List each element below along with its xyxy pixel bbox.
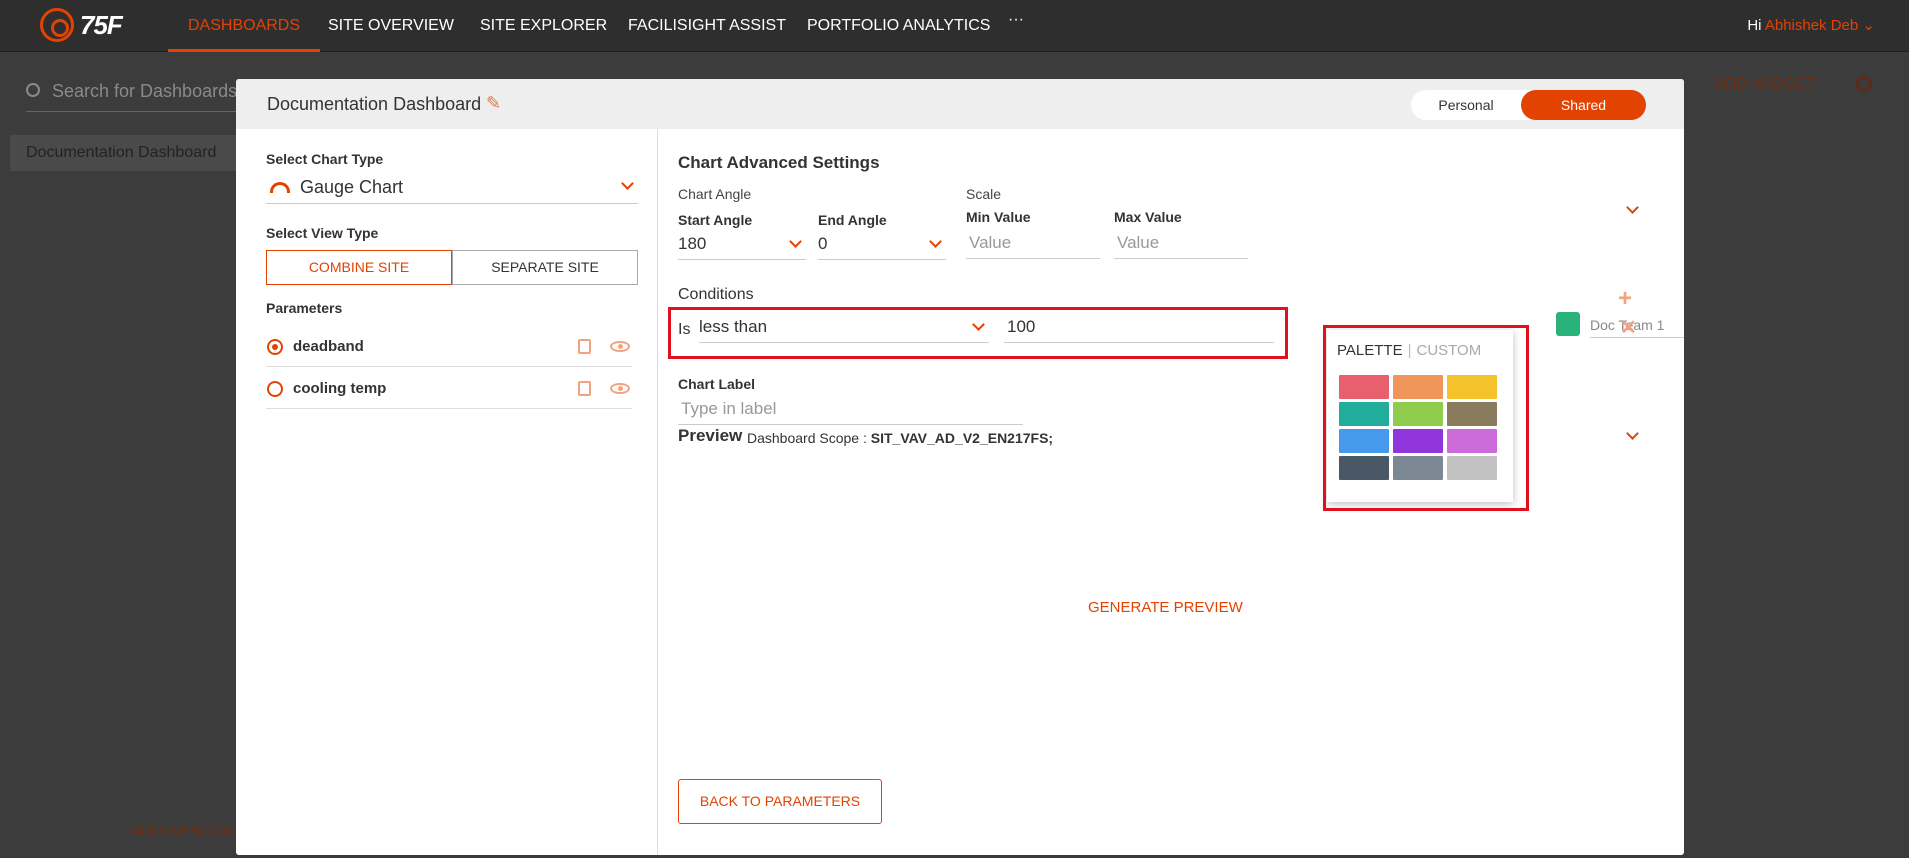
right-panel: Chart Advanced Settings Chart Angle Star… — [668, 129, 1684, 855]
search-icon — [26, 83, 40, 97]
chevron-down-icon — [929, 235, 942, 248]
toggle-personal[interactable]: Personal — [1411, 90, 1521, 120]
calculator-icon[interactable] — [578, 339, 591, 354]
nav-site-overview[interactable]: SITE OVERVIEW — [308, 0, 474, 52]
dashboard-scope: Dashboard Scope : SIT_VAV_AD_V2_EN217FS; — [747, 430, 1053, 446]
parameter-label: deadband — [293, 338, 364, 355]
condition-color-swatch[interactable] — [1556, 312, 1580, 336]
parameters-label: Parameters — [266, 300, 343, 316]
logo-icon — [40, 8, 74, 42]
condition-is-label: Is — [678, 321, 691, 338]
eye-icon[interactable] — [610, 383, 630, 394]
nav-facilisight-assist[interactable]: FACILISIGHT ASSIST — [608, 0, 806, 52]
condition-row: Is less than 100 — [668, 307, 1288, 359]
chart-type-label: Select Chart Type — [266, 151, 384, 167]
top-navigation: 75F DASHBOARDS SITE OVERVIEW SITE EXPLOR… — [0, 0, 1909, 52]
scale-label: Scale — [966, 186, 1002, 202]
gauge-icon — [270, 182, 290, 193]
pencil-icon[interactable]: ✎ — [486, 93, 501, 114]
chart-angle-label: Chart Angle — [678, 186, 752, 202]
combine-site-button[interactable]: COMBINE SITE — [266, 250, 452, 285]
back-to-parameters-button[interactable]: BACK TO PARAMETERS — [678, 779, 882, 824]
background-search-text: Search for Dashboards — [52, 81, 238, 101]
max-value-label: Max Value — [1114, 209, 1182, 225]
start-angle-value: 180 — [678, 234, 707, 253]
advanced-settings-title[interactable]: Chart Advanced Settings — [678, 153, 880, 173]
max-value-placeholder: Value — [1117, 233, 1160, 252]
calculator-icon[interactable] — [578, 381, 591, 396]
logo-text: 75F — [80, 9, 123, 40]
view-type-label: Select View Type — [266, 225, 379, 241]
min-value-placeholder: Value — [969, 233, 1012, 252]
chart-type-value: Gauge Chart — [300, 177, 404, 197]
add-condition-icon[interactable]: + — [1618, 285, 1632, 313]
radio-checked-icon[interactable] — [267, 339, 283, 355]
parameter-item[interactable]: cooling temp — [266, 367, 632, 409]
start-angle-label: Start Angle — [678, 212, 753, 228]
chart-type-select[interactable]: Gauge Chart — [266, 172, 638, 204]
parameter-item[interactable]: deadband — [266, 325, 632, 367]
left-panel: Select Chart Type Gauge Chart Select Vie… — [236, 129, 658, 855]
chevron-down-icon[interactable] — [1626, 201, 1639, 214]
toggle-shared[interactable]: Shared — [1521, 90, 1646, 120]
modal-title: Documentation Dashboard — [267, 94, 482, 114]
condition-value-input[interactable]: 100 — [1004, 313, 1274, 343]
start-angle-select[interactable]: 180 — [678, 230, 806, 260]
generate-preview-button[interactable]: GENERATE PREVIEW — [1088, 599, 1243, 616]
chevron-down-icon — [789, 235, 802, 248]
background-sidebar-label: Documentation Dashboard — [26, 144, 217, 161]
end-angle-label: End Angle — [818, 212, 887, 228]
chevron-down-icon[interactable] — [1626, 427, 1639, 440]
chart-label-placeholder: Type in label — [681, 399, 777, 418]
gear-icon — [1856, 76, 1872, 92]
eye-icon[interactable] — [610, 341, 630, 352]
chart-label-input[interactable]: Type in label — [678, 395, 1023, 425]
user-name: Abhishek Deb — [1764, 17, 1859, 34]
end-angle-select[interactable]: 0 — [818, 230, 946, 260]
end-angle-value: 0 — [818, 234, 828, 253]
background-add-widget: ADD WIDGET — [1714, 76, 1817, 93]
condition-value: 100 — [1007, 317, 1036, 336]
visibility-toggle: Personal Shared — [1411, 90, 1646, 120]
condition-operator-select[interactable]: less than — [699, 313, 989, 343]
max-value-input[interactable]: Value — [1114, 229, 1248, 259]
min-value-label: Min Value — [966, 209, 1031, 225]
radio-unchecked-icon[interactable] — [267, 381, 283, 397]
preview-label[interactable]: Preview — [678, 426, 742, 446]
conditions-label: Conditions — [678, 286, 754, 303]
greeting: Hi — [1747, 17, 1762, 34]
nav-more-icon[interactable]: ··· — [988, 0, 1044, 46]
nav-site-explorer[interactable]: SITE EXPLORER — [460, 0, 627, 52]
user-menu[interactable]: Hi Abhishek Deb ⌄ — [1747, 0, 1875, 52]
scope-value: SIT_VAV_AD_V2_EN217FS; — [870, 430, 1054, 446]
parameter-label: cooling temp — [293, 380, 387, 397]
logo[interactable]: 75F — [40, 8, 123, 42]
min-value-input[interactable]: Value — [966, 229, 1100, 259]
separate-site-button[interactable]: SEPARATE SITE — [452, 250, 638, 285]
remove-condition-icon[interactable]: ✕ — [1620, 315, 1637, 340]
nav-dashboards[interactable]: DASHBOARDS — [168, 0, 321, 52]
background-search: Search for Dashboards — [26, 70, 266, 112]
modal-header: Documentation Dashboard ✎ Personal Share… — [236, 79, 1684, 129]
chevron-down-icon — [621, 177, 634, 190]
chart-label-label: Chart Label — [678, 376, 756, 392]
scope-label: Dashboard Scope : — [747, 430, 867, 446]
condition-operator-value: less than — [699, 317, 768, 336]
palette-highlight — [1323, 325, 1529, 511]
chevron-down-icon: ⌄ — [1862, 17, 1875, 34]
nav-portfolio-analytics[interactable]: PORTFOLIO ANALYTICS — [787, 0, 1010, 52]
chevron-down-icon — [972, 318, 985, 331]
background-add-new: ADD NEW DAS — [130, 823, 243, 840]
background-sidebar-item: Documentation Dashboard — [10, 135, 242, 171]
condition-label-input[interactable]: Doc Team 1 — [1590, 312, 1684, 338]
